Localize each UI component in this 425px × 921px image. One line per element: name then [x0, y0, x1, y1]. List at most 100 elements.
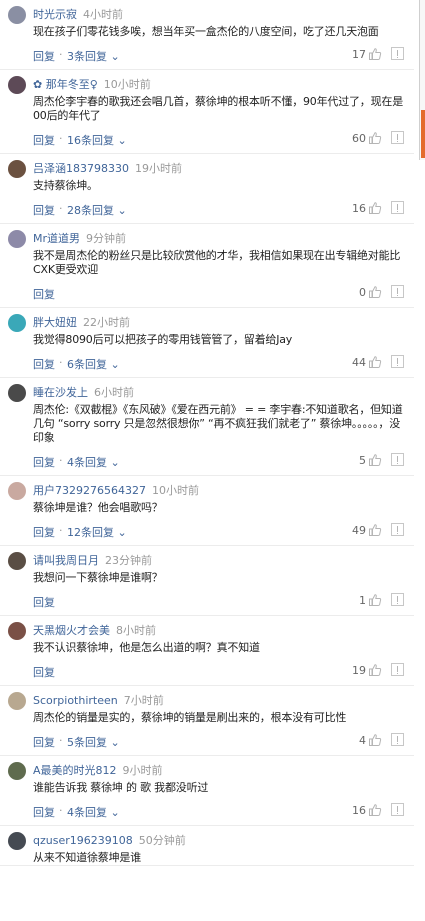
- thumbs-up-icon[interactable]: [368, 733, 382, 747]
- reply-count-link[interactable]: 5条回复 ⌄: [67, 734, 120, 750]
- report-icon[interactable]: [391, 131, 404, 144]
- reply-count-link[interactable]: 4条回复 ⌄: [67, 804, 120, 820]
- separator: ·: [59, 524, 63, 537]
- report-icon[interactable]: [391, 663, 404, 676]
- separator: ·: [59, 48, 63, 61]
- reply-button[interactable]: 回复: [33, 734, 55, 750]
- thumbs-up-icon[interactable]: [368, 355, 382, 369]
- separator: ·: [59, 356, 63, 369]
- username[interactable]: Mr道道男: [33, 230, 80, 246]
- report-icon[interactable]: [391, 201, 404, 214]
- like-count: 4: [359, 734, 366, 747]
- thumbs-up-icon[interactable]: [368, 201, 382, 215]
- reply-count-link[interactable]: 3条回复 ⌄: [67, 48, 120, 64]
- report-icon[interactable]: [391, 593, 404, 606]
- comment-text: 我不是周杰伦的粉丝只是比较欣赏他的才华，我相信如果现在出专辑绝对能比CXK更受欢…: [33, 249, 401, 276]
- timestamp: 23分钟前: [105, 554, 152, 567]
- reply-button[interactable]: 回复: [33, 132, 55, 148]
- comment-text: 支持蔡徐坤。: [33, 179, 98, 192]
- reply-count-link[interactable]: 4条回复 ⌄: [67, 454, 120, 470]
- comment-text: 蔡徐坤是谁？他会唱歌吗？: [33, 501, 163, 514]
- report-icon[interactable]: [391, 285, 404, 298]
- username[interactable]: 时光示寂: [33, 6, 77, 22]
- username[interactable]: ✿ 那年冬至♀: [33, 76, 98, 92]
- avatar[interactable]: [8, 384, 26, 402]
- report-icon[interactable]: [391, 453, 404, 466]
- reply-button[interactable]: 回复: [33, 48, 55, 64]
- comment-text: 谁能告诉我 蔡徐坤 的 歌 我都没听过: [33, 781, 209, 794]
- avatar[interactable]: [8, 622, 26, 640]
- like-count: 44: [352, 356, 366, 369]
- like-count: 16: [352, 804, 366, 817]
- username[interactable]: 请叫我周日月: [33, 552, 99, 568]
- avatar[interactable]: [8, 692, 26, 710]
- comment-list: 时光示寂 4小时前 现在孩子们零花钱多唉，想当年买一盒杰伦的八度空间，吃了还几天…: [0, 0, 414, 866]
- avatar[interactable]: [8, 230, 26, 248]
- side-panel-tab[interactable]: [421, 110, 425, 158]
- reply-button[interactable]: 回复: [33, 202, 55, 218]
- comment-item: Scorpiothirteen 7小时前 周杰伦的销量是实的，蔡徐坤的销量是刷出…: [0, 686, 414, 756]
- avatar[interactable]: [8, 832, 26, 850]
- comment-item: Mr道道男 9分钟前 我不是周杰伦的粉丝只是比较欣赏他的才华，我相信如果现在出专…: [0, 224, 414, 308]
- timestamp: 22小时前: [83, 316, 130, 329]
- username[interactable]: qzuser196239108: [33, 834, 133, 847]
- comment-item: qzuser196239108 50分钟前 从来不知道徐蔡坤是谁 回复: [0, 826, 414, 866]
- comment-item: 请叫我周日月 23分钟前 我想问一下蔡徐坤是谁啊？ 回复 1: [0, 546, 414, 616]
- reply-count-link[interactable]: 16条回复 ⌄: [67, 132, 127, 148]
- comment-actions: 回复 0: [33, 283, 404, 307]
- username[interactable]: 睡在沙发上: [33, 384, 88, 400]
- report-icon[interactable]: [391, 733, 404, 746]
- reply-count-link[interactable]: 12条回复 ⌄: [67, 524, 127, 540]
- avatar[interactable]: [8, 762, 26, 780]
- avatar[interactable]: [8, 482, 26, 500]
- reply-button[interactable]: 回复: [33, 594, 55, 610]
- avatar[interactable]: [8, 6, 26, 24]
- thumbs-up-icon[interactable]: [368, 131, 382, 145]
- thumbs-up-icon[interactable]: [368, 47, 382, 61]
- like-count: 60: [352, 132, 366, 145]
- reply-count-link[interactable]: 6条回复 ⌄: [67, 356, 120, 372]
- reply-button[interactable]: 回复: [33, 524, 55, 540]
- comment-actions: 回复 · 16条回复 ⌄ 60: [33, 129, 404, 153]
- timestamp: 10小时前: [151, 484, 199, 497]
- reply-button[interactable]: 回复: [33, 804, 55, 820]
- report-icon[interactable]: [391, 523, 404, 536]
- comment-text: 我想问一下蔡徐坤是谁啊？: [33, 571, 163, 584]
- report-icon[interactable]: [391, 803, 404, 816]
- username[interactable]: 用户7329276564327: [33, 482, 146, 498]
- comment-item: A最美的时光812 9小时前 谁能告诉我 蔡徐坤 的 歌 我都没听过 回复 · …: [0, 756, 414, 826]
- avatar[interactable]: [8, 314, 26, 332]
- comment-item: 时光示寂 4小时前 现在孩子们零花钱多唉，想当年买一盒杰伦的八度空间，吃了还几天…: [0, 0, 414, 70]
- reply-button[interactable]: 回复: [33, 664, 55, 680]
- username[interactable]: Scorpiothirteen: [33, 694, 118, 707]
- reply-button[interactable]: 回复: [33, 356, 55, 372]
- reply-button[interactable]: 回复: [33, 454, 55, 470]
- thumbs-up-icon[interactable]: [368, 285, 382, 299]
- report-icon[interactable]: [391, 355, 404, 368]
- thumbs-up-icon[interactable]: [368, 663, 382, 677]
- separator: ·: [59, 734, 63, 747]
- timestamp: 8小时前: [116, 624, 156, 637]
- username[interactable]: 胖大妞妞: [33, 314, 77, 330]
- avatar[interactable]: [8, 552, 26, 570]
- username[interactable]: 天黑烟火才会美: [33, 622, 110, 638]
- comment-item: 睡在沙发上 6小时前 周杰伦:《双截棍》《东风破》《爱在西元前》 = = 李宇春…: [0, 378, 414, 476]
- thumbs-up-icon[interactable]: [368, 453, 382, 467]
- username[interactable]: 吕泽涵183798330: [33, 160, 129, 176]
- comment-text: 我不认识蔡徐坤，他是怎么出道的啊？真不知道: [33, 641, 260, 654]
- reply-button[interactable]: 回复: [33, 286, 55, 302]
- avatar[interactable]: [8, 76, 26, 94]
- comment-text: 周杰伦李宇春的歌我还会唱几首，蔡徐坤的根本听不懂，90年代过了，现在是00后的年…: [33, 95, 403, 122]
- reply-count-link[interactable]: 28条回复 ⌄: [67, 202, 127, 218]
- thumbs-up-icon[interactable]: [368, 523, 382, 537]
- username[interactable]: A最美的时光812: [33, 762, 117, 778]
- thumbs-up-icon[interactable]: [368, 803, 382, 817]
- separator: ·: [59, 132, 63, 145]
- comment-item: 吕泽涵183798330 19小时前 支持蔡徐坤。 回复 · 28条回复 ⌄ 1…: [0, 154, 414, 224]
- comment-actions: 回复 · 28条回复 ⌄ 16: [33, 199, 404, 223]
- avatar[interactable]: [8, 160, 26, 178]
- thumbs-up-icon[interactable]: [368, 593, 382, 607]
- like-count: 1: [359, 594, 366, 607]
- report-icon[interactable]: [391, 47, 404, 60]
- comment-text: 我觉得8090后可以把孩子的零用钱管管了，留着给Jay: [33, 333, 293, 346]
